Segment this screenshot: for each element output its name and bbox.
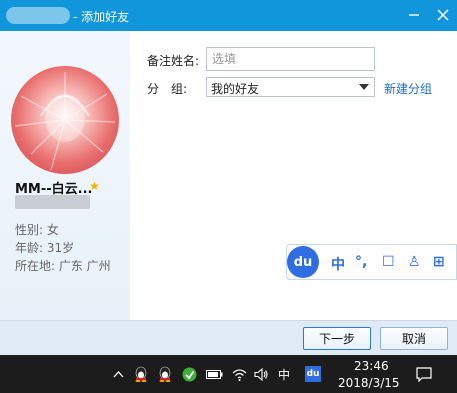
remark-input[interactable]: [206, 47, 375, 71]
battery-icon[interactable]: [205, 367, 223, 381]
volume-icon[interactable]: [253, 367, 269, 381]
notification-icon[interactable]: [415, 365, 433, 383]
ime-punctuation-toggle[interactable]: °,: [355, 254, 367, 270]
group-select[interactable]: 我的好友: [206, 77, 375, 97]
title-bar[interactable]: - 添加好友: [0, 0, 457, 31]
chevron-down-icon: [359, 84, 369, 90]
next-button[interactable]: 下一步: [303, 327, 371, 350]
ime-skin-icon[interactable]: ☐: [382, 254, 395, 270]
new-group-link[interactable]: 新建分组: [384, 80, 432, 97]
group-label: 分 组:: [147, 82, 188, 96]
location-info: 所在地: 广东 广州: [15, 259, 111, 273]
ime-menu-icon[interactable]: ⊞: [433, 254, 445, 270]
clock-time[interactable]: 23:46: [354, 359, 389, 373]
redacted-account: [6, 7, 70, 24]
star-icon: ★: [89, 179, 100, 193]
baidu-ime-tray-icon[interactable]: du: [305, 366, 321, 382]
group-select-value: 我的好友: [211, 82, 260, 96]
wifi-icon[interactable]: [231, 367, 247, 381]
qq-penguin-icon[interactable]: [133, 366, 149, 382]
redacted-id: [15, 195, 90, 209]
taskbar: 中 du 23:46 2018/3/15: [0, 355, 457, 393]
profile-panel: MM--白云... ★ 性别: 女 年龄: 31岁 所在地: 广东 广州: [0, 31, 130, 320]
clock-date[interactable]: 2018/3/15: [338, 376, 400, 390]
ime-user-icon[interactable]: ♙: [408, 254, 421, 270]
cancel-button[interactable]: 取消: [380, 327, 448, 350]
age-info: 年龄: 31岁: [15, 241, 75, 255]
close-button[interactable]: [431, 4, 455, 26]
chevron-up-icon[interactable]: [111, 367, 125, 381]
ime-chinese-toggle[interactable]: 中: [331, 254, 345, 274]
ime-indicator[interactable]: 中: [276, 367, 292, 382]
qq-penguin-icon[interactable]: [157, 366, 173, 382]
remark-label: 备注姓名:: [147, 54, 200, 68]
gender-info: 性别: 女: [15, 223, 59, 237]
security-app-icon[interactable]: [181, 367, 197, 381]
window-title: - 添加好友: [73, 10, 130, 24]
baidu-ime-logo-icon[interactable]: du: [287, 246, 319, 278]
minimize-button[interactable]: [402, 4, 426, 26]
close-icon: [437, 9, 449, 21]
avatar: [11, 66, 119, 174]
minimize-icon: [409, 14, 419, 16]
